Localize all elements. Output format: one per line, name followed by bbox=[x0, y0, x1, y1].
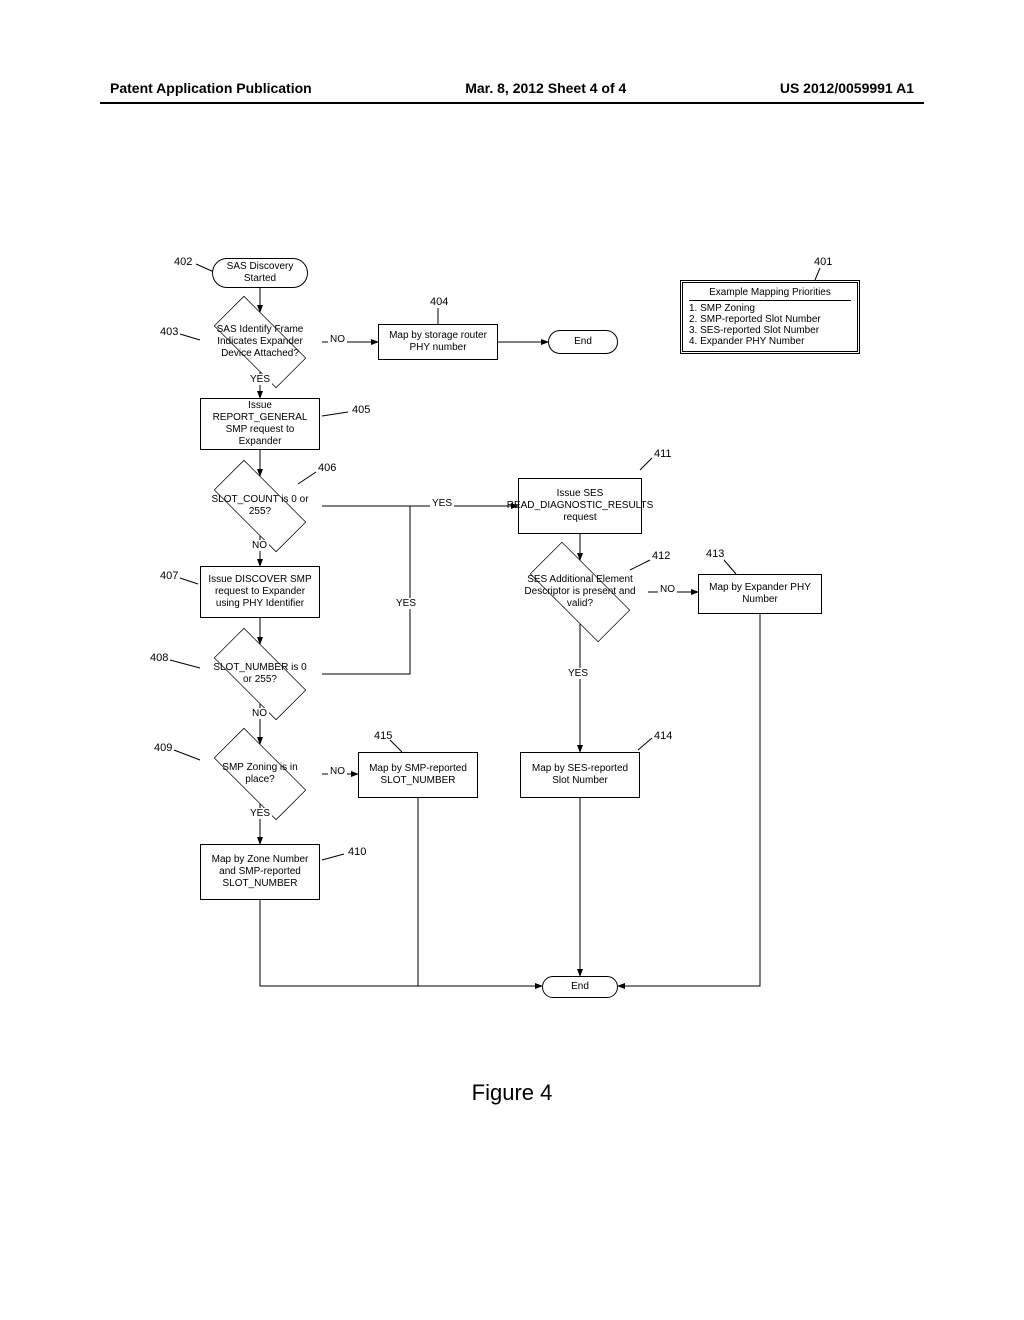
priority-item: 2. SMP-reported Slot Number bbox=[689, 314, 851, 325]
node-text: SAS Identify Frame Indicates Expander De… bbox=[198, 324, 322, 360]
edge-403-no: NO bbox=[328, 334, 347, 345]
ref-407: 407 bbox=[160, 570, 178, 582]
process-map-smp-slot: Map by SMP-reported SLOT_NUMBER bbox=[358, 752, 478, 798]
node-text: Issue REPORT_GENERAL SMP request to Expa… bbox=[207, 400, 313, 448]
ref-404: 404 bbox=[430, 296, 448, 308]
edge-412-no: NO bbox=[658, 584, 677, 595]
edge-409-no: NO bbox=[328, 766, 347, 777]
priority-item: 3. SES-reported Slot Number bbox=[689, 325, 851, 336]
ref-409: 409 bbox=[154, 742, 172, 754]
node-text: SMP Zoning is in place? bbox=[198, 762, 322, 786]
priorities-title: Example Mapping Priorities bbox=[689, 287, 851, 301]
ref-410: 410 bbox=[348, 846, 366, 858]
edge-412-yes: YES bbox=[566, 668, 590, 679]
node-text: SLOT_NUMBER is 0 or 255? bbox=[198, 662, 322, 686]
node-text: Map by Expander PHY Number bbox=[705, 582, 815, 606]
ref-403: 403 bbox=[160, 326, 178, 338]
process-discover-smp: Issue DISCOVER SMP request to Expander u… bbox=[200, 566, 320, 618]
ref-414: 414 bbox=[654, 730, 672, 742]
decision-slot-number: SLOT_NUMBER is 0 or 255? bbox=[198, 644, 322, 704]
start-terminator: SAS Discovery Started bbox=[212, 258, 308, 288]
node-text: Map by Zone Number and SMP-reported SLOT… bbox=[207, 854, 313, 890]
node-text: Map by SMP-reported SLOT_NUMBER bbox=[365, 763, 471, 787]
node-text: Map by SES-reported Slot Number bbox=[527, 763, 633, 787]
process-map-ses-slot: Map by SES-reported Slot Number bbox=[520, 752, 640, 798]
flowchart: SAS Discovery Started 402 SAS Identify F… bbox=[100, 240, 900, 1160]
node-text: Map by storage router PHY number bbox=[385, 330, 491, 354]
node-text: SES Additional Element Descriptor is pre… bbox=[512, 574, 648, 610]
figure-caption: Figure 4 bbox=[0, 1080, 1024, 1106]
ref-402: 402 bbox=[174, 256, 192, 268]
header-center: Mar. 8, 2012 Sheet 4 of 4 bbox=[465, 80, 626, 96]
ref-406: 406 bbox=[318, 462, 336, 474]
priority-item: 4. Expander PHY Number bbox=[689, 336, 851, 347]
edge-403-yes: YES bbox=[248, 374, 272, 385]
priority-item: 1. SMP Zoning bbox=[689, 303, 851, 314]
end-terminator-bottom: End bbox=[542, 976, 618, 998]
edge-406-yes: YES bbox=[430, 498, 454, 509]
node-text: End bbox=[574, 336, 592, 348]
ref-411: 411 bbox=[654, 448, 672, 460]
edge-408-no: NO bbox=[250, 708, 269, 719]
node-text: Issue SES READ_DIAGNOSTIC_RESULTS reques… bbox=[507, 488, 654, 524]
ref-413: 413 bbox=[706, 548, 724, 560]
decision-expander-attached: SAS Identify Frame Indicates Expander De… bbox=[198, 312, 322, 372]
ref-408: 408 bbox=[150, 652, 168, 664]
decision-smp-zoning: SMP Zoning is in place? bbox=[198, 744, 322, 804]
node-text: SAS Discovery Started bbox=[225, 261, 295, 285]
header-left: Patent Application Publication bbox=[110, 80, 312, 96]
end-terminator-top: End bbox=[548, 330, 618, 354]
process-ses-read-diag: Issue SES READ_DIAGNOSTIC_RESULTS reques… bbox=[518, 478, 642, 534]
process-report-general: Issue REPORT_GENERAL SMP request to Expa… bbox=[200, 398, 320, 450]
process-map-expander-phy: Map by Expander PHY Number bbox=[698, 574, 822, 614]
header-rule bbox=[100, 102, 924, 104]
node-text: End bbox=[571, 981, 589, 993]
mapping-priorities-box: Example Mapping Priorities 1. SMP Zoning… bbox=[680, 280, 860, 354]
process-map-router-phy: Map by storage router PHY number bbox=[378, 324, 498, 360]
edge-406-no: NO bbox=[250, 540, 269, 551]
header-right: US 2012/0059991 A1 bbox=[780, 80, 914, 96]
node-text: SLOT_COUNT is 0 or 255? bbox=[198, 494, 322, 518]
ref-405: 405 bbox=[352, 404, 370, 416]
process-map-zone-slot: Map by Zone Number and SMP-reported SLOT… bbox=[200, 844, 320, 900]
ref-415: 415 bbox=[374, 730, 392, 742]
page-header: Patent Application Publication Mar. 8, 2… bbox=[0, 80, 1024, 96]
node-text: Issue DISCOVER SMP request to Expander u… bbox=[207, 574, 313, 610]
ref-401: 401 bbox=[814, 256, 832, 268]
edge-409-yes: YES bbox=[248, 808, 272, 819]
decision-ses-descriptor: SES Additional Element Descriptor is pre… bbox=[512, 560, 648, 624]
ref-412: 412 bbox=[652, 550, 670, 562]
decision-slot-count: SLOT_COUNT is 0 or 255? bbox=[198, 476, 322, 536]
edge-408-yes: YES bbox=[394, 598, 418, 609]
